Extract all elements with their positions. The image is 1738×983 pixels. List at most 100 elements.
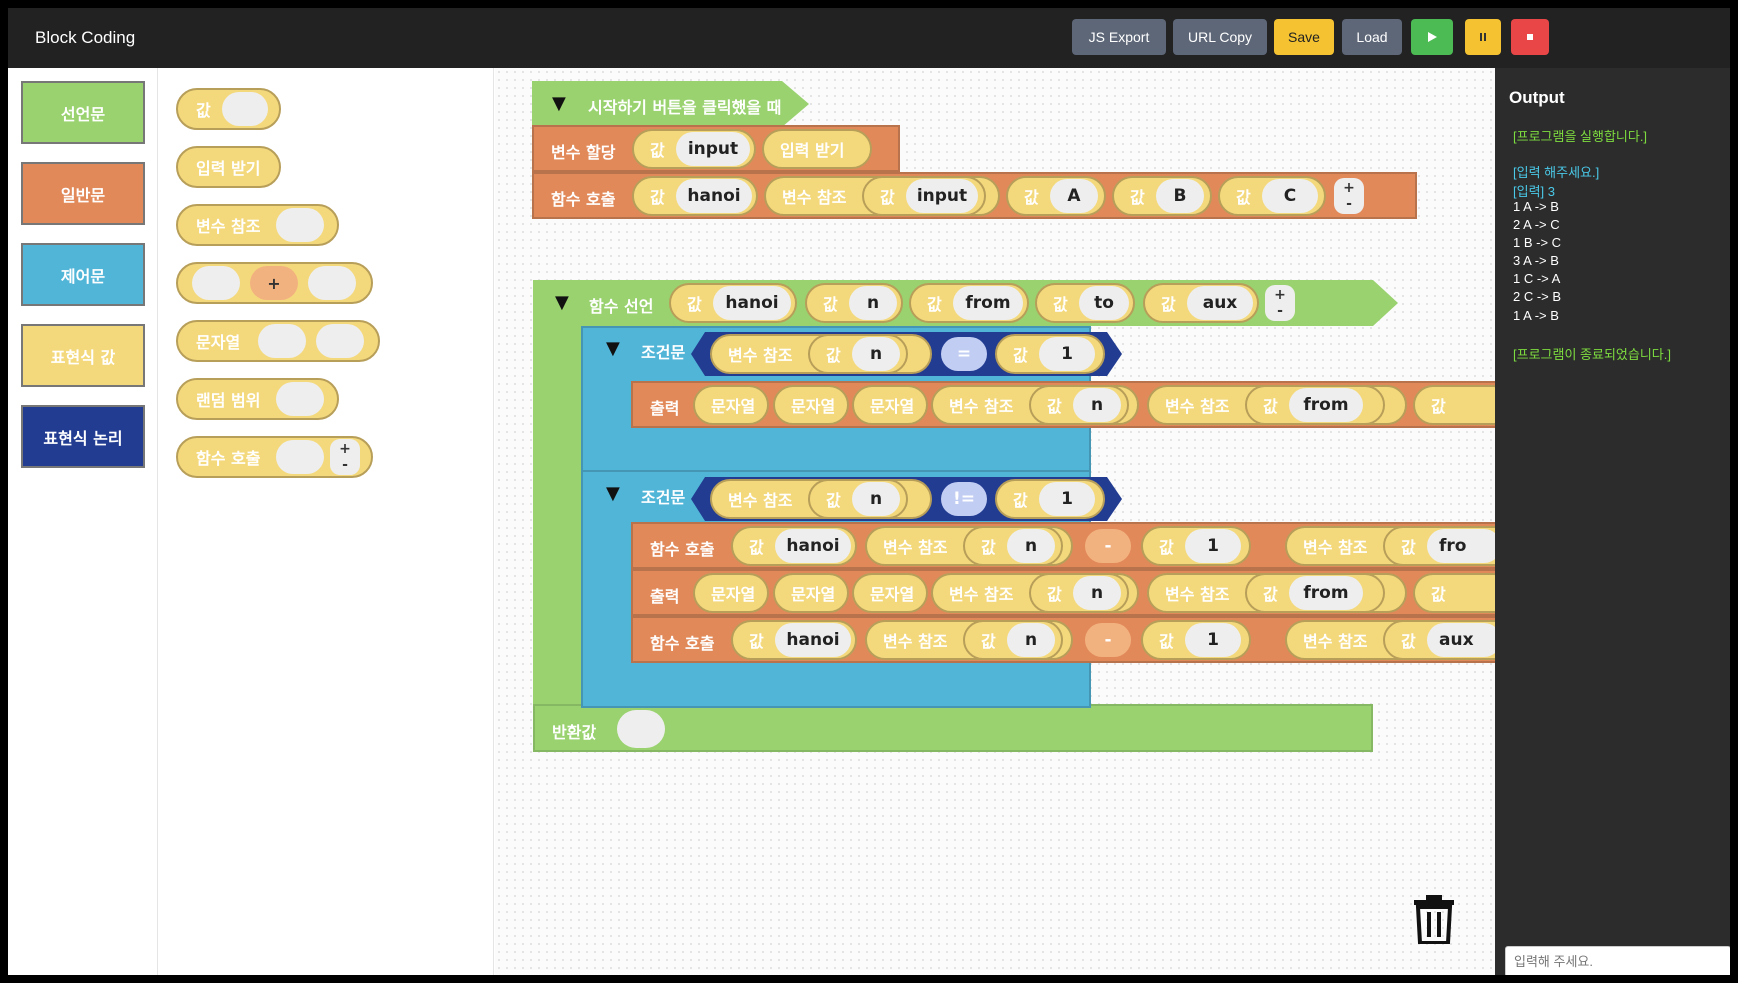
var-ref-block[interactable]: 변수 참조 값 n xyxy=(865,620,1073,660)
print-block[interactable]: 출력 문자열 문자열 문자열 변수 참조 값 n 변수 참조 값 from 값 xyxy=(631,569,1495,616)
string-block[interactable]: 문자열 xyxy=(773,573,849,613)
value-slot[interactable]: 1 xyxy=(1039,482,1095,516)
value-slot[interactable] xyxy=(276,440,324,474)
arg-plusminus[interactable]: + - xyxy=(1334,178,1364,214)
value-slot[interactable]: to xyxy=(1079,286,1129,320)
category-statement[interactable]: 일반문 xyxy=(21,162,145,225)
value-slot[interactable]: A xyxy=(1050,179,1098,213)
value-slot[interactable]: aux xyxy=(1427,623,1495,657)
string-slot[interactable] xyxy=(258,324,306,358)
value-block[interactable]: 값 aux xyxy=(1143,283,1259,323)
func-call-block[interactable]: 함수 호출 값 hanoi 변수 참조 값 n - 값 1 변수 참조 값 xyxy=(631,616,1495,663)
output-input-field[interactable] xyxy=(1505,946,1730,975)
value-slot[interactable]: n xyxy=(852,337,900,371)
value-block[interactable]: 값 n xyxy=(808,479,908,519)
palette-func-call-block[interactable]: 함수 호출 + - xyxy=(176,436,373,478)
input-block[interactable]: 입력 받기 xyxy=(762,129,872,169)
js-export-button[interactable]: JS Export xyxy=(1072,19,1166,55)
value-block[interactable]: 값 hanoi xyxy=(632,176,758,216)
palette-value-block[interactable]: 값 xyxy=(176,88,281,130)
value-slot[interactable]: n xyxy=(1007,623,1055,657)
value-block[interactable]: 값 input xyxy=(862,176,986,216)
string-slot[interactable] xyxy=(316,324,364,358)
url-copy-button[interactable]: URL Copy xyxy=(1173,19,1267,55)
workspace-canvas[interactable]: ▼ 시작하기 버튼을 클릭했을 때 변수 할당 값 input 입력 받기 함수… xyxy=(495,68,1495,975)
value-block[interactable]: 값 1 xyxy=(1141,620,1251,660)
string-block[interactable]: 문자열 xyxy=(693,573,769,613)
arith-operator[interactable]: - xyxy=(1085,529,1131,563)
value-slot[interactable]: n xyxy=(1073,388,1121,422)
value-block[interactable]: 값 from xyxy=(909,283,1029,323)
value-block[interactable]: 값 hanoi xyxy=(731,526,857,566)
value-slot[interactable]: hanoi xyxy=(775,529,851,563)
value-block[interactable]: 값 hanoi xyxy=(669,283,797,323)
var-ref-block[interactable]: 변수 참조 값 from xyxy=(1147,573,1407,613)
value-block[interactable]: 값 aux xyxy=(1383,620,1495,660)
value-slot[interactable]: 1 xyxy=(1185,529,1241,563)
category-expr-logic[interactable]: 표현식 논리 xyxy=(21,405,145,468)
minus-icon[interactable]: - xyxy=(342,457,348,473)
plus-icon[interactable]: + xyxy=(1274,287,1286,303)
palette-input-block[interactable]: 입력 받기 xyxy=(176,146,281,188)
minus-icon[interactable]: - xyxy=(1277,303,1283,319)
value-slot[interactable]: from xyxy=(953,286,1023,320)
string-block[interactable]: 문자열 xyxy=(773,385,849,425)
var-ref-block[interactable]: 변수 참조 값 aux xyxy=(1285,620,1495,660)
param-plusminus[interactable]: + - xyxy=(1265,285,1295,321)
plus-icon[interactable]: + xyxy=(339,441,351,457)
start-event-block[interactable]: ▼ 시작하기 버튼을 클릭했을 때 xyxy=(532,81,782,127)
value-slot[interactable]: C xyxy=(1262,179,1318,213)
print-block[interactable]: 출력 문자열 문자열 문자열 변수 참조 값 n 변수 참조 값 from 값 xyxy=(631,381,1495,428)
arith-operator[interactable]: - xyxy=(1085,623,1131,657)
palette-var-ref-block[interactable]: 변수 참조 xyxy=(176,204,339,246)
value-block[interactable]: 값 input xyxy=(632,129,756,169)
collapse-toggle[interactable]: ▼ xyxy=(606,338,620,359)
category-control[interactable]: 제어문 xyxy=(21,243,145,306)
compare-operator[interactable]: != xyxy=(941,482,987,516)
func-call-block[interactable]: 함수 호출 값 hanoi 변수 참조 값 input 값 A 값 B 값 C … xyxy=(532,172,1417,219)
value-slot[interactable]: hanoi xyxy=(713,286,791,320)
var-ref-block[interactable]: 변수 참조 값 n xyxy=(710,479,932,519)
value-slot[interactable]: input xyxy=(676,132,750,166)
value-slot[interactable]: input xyxy=(906,179,978,213)
value-block[interactable]: 값 n xyxy=(1029,385,1129,425)
value-slot[interactable]: hanoi xyxy=(676,179,752,213)
category-expr-value[interactable]: 표현식 값 xyxy=(21,324,145,387)
value-slot[interactable] xyxy=(222,92,268,126)
var-ref-block[interactable]: 변수 참조 값 n xyxy=(931,573,1139,613)
value-slot[interactable]: from xyxy=(1289,576,1363,610)
value-block[interactable]: 값 hanoi xyxy=(731,620,857,660)
string-block[interactable]: 문자열 xyxy=(852,385,928,425)
plus-icon[interactable]: + xyxy=(1343,180,1355,196)
load-button[interactable]: Load xyxy=(1342,19,1402,55)
value-slot[interactable]: aux xyxy=(1187,286,1253,320)
value-block[interactable]: 값 n xyxy=(1029,573,1129,613)
return-slot[interactable] xyxy=(617,710,665,748)
value-slot[interactable]: from xyxy=(1289,388,1363,422)
collapse-toggle[interactable]: ▼ xyxy=(552,93,566,114)
category-declaration[interactable]: 선언문 xyxy=(21,81,145,144)
value-block[interactable]: 값 from xyxy=(1245,385,1385,425)
value-block[interactable]: 값 n xyxy=(963,526,1063,566)
value-block[interactable]: 값 from xyxy=(1245,573,1385,613)
run-button[interactable] xyxy=(1411,19,1453,55)
value-block[interactable]: 값 A xyxy=(1006,176,1106,216)
value-block[interactable]: 값 xyxy=(1413,385,1495,425)
palette-string-block[interactable]: 문자열 xyxy=(176,320,380,362)
func-decl-block[interactable]: ▼ 함수 선언 값 hanoi 값 n 값 from 값 to 값 aux + … xyxy=(533,280,1373,326)
value-slot[interactable]: 1 xyxy=(1039,337,1095,371)
right-slot[interactable] xyxy=(308,266,356,300)
var-assign-block[interactable]: 변수 할당 값 input 입력 받기 xyxy=(532,125,900,172)
string-block[interactable]: 문자열 xyxy=(693,385,769,425)
value-block[interactable]: 값 B xyxy=(1112,176,1212,216)
value-slot[interactable]: n xyxy=(849,286,897,320)
collapse-toggle[interactable]: ▼ xyxy=(555,292,569,313)
var-ref-block[interactable]: 변수 참조 값 input xyxy=(764,176,1000,216)
value-block[interactable]: 값 xyxy=(1413,573,1495,613)
arg-plusminus[interactable]: + - xyxy=(330,439,360,475)
palette-random-block[interactable]: 랜덤 범위 xyxy=(176,378,339,420)
value-block[interactable]: 값 C xyxy=(1218,176,1326,216)
value-slot[interactable]: hanoi xyxy=(775,623,851,657)
var-ref-block[interactable]: 변수 참조 값 fro xyxy=(1285,526,1495,566)
value-slot[interactable] xyxy=(276,382,324,416)
